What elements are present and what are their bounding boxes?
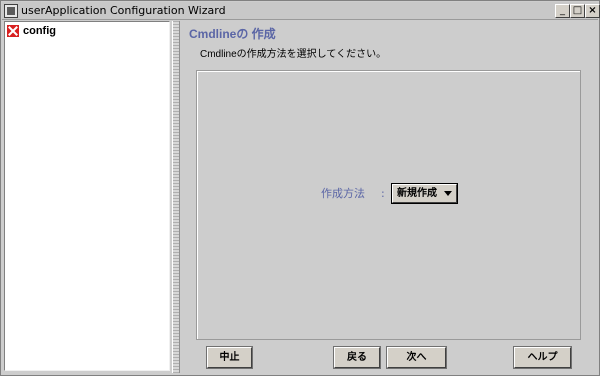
help-button[interactable]: ヘルプ <box>513 346 572 369</box>
chevron-down-icon <box>444 191 452 196</box>
window-app-icon <box>4 4 18 18</box>
instruction-text: Cmdlineの作成方法を選択してください。 <box>200 49 387 60</box>
tree-item-label: config <box>23 25 56 37</box>
method-colon: : <box>381 187 385 200</box>
next-button[interactable]: 次へ <box>386 346 447 369</box>
title-bar: userApplication Configuration Wizard _ □… <box>2 2 600 20</box>
panel-splitter[interactable] <box>172 21 180 373</box>
cancel-button[interactable]: 中止 <box>206 346 253 369</box>
minimize-button[interactable]: _ <box>555 4 570 18</box>
content-panel: 作成方法 : 新規作成 <box>196 70 581 340</box>
method-dropdown[interactable]: 新規作成 <box>391 183 458 204</box>
page-title: Cmdlineの 作成 <box>189 27 276 41</box>
maximize-button[interactable]: □ <box>570 4 585 18</box>
wizard-window: userApplication Configuration Wizard _ □… <box>0 0 600 376</box>
method-dropdown-value: 新規作成 <box>397 188 437 199</box>
config-node-icon <box>7 25 19 37</box>
window-title: userApplication Configuration Wizard <box>21 4 226 17</box>
method-label: 作成方法 <box>321 188 365 200</box>
tree-panel: config <box>4 21 170 371</box>
back-button[interactable]: 戻る <box>333 346 381 369</box>
close-button[interactable]: × <box>585 4 600 18</box>
